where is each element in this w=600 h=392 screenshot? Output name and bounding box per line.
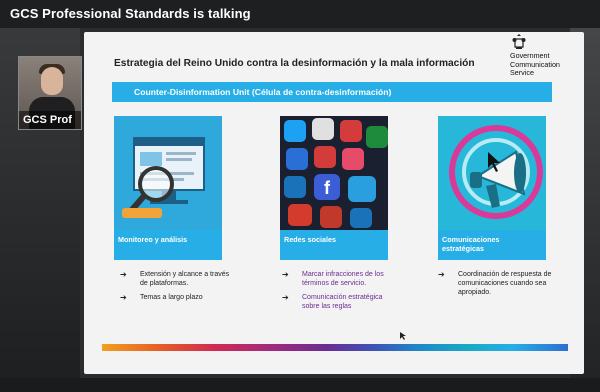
social-media-apps-icon: f bbox=[280, 116, 388, 230]
list-item: ➔ Temas a largo plazo bbox=[118, 293, 238, 302]
royal-crest-icon bbox=[512, 34, 526, 49]
bullet-text: Temas a largo plazo bbox=[140, 294, 203, 301]
card-caption: Redes sociales bbox=[280, 230, 388, 260]
background-bottom bbox=[0, 378, 600, 392]
bullet-list-strategic-communications: ➔ Coordinación de respuesta de comunicaci… bbox=[436, 270, 554, 302]
list-item: ➔ Comunicación estratégica sobre las regl… bbox=[280, 293, 388, 311]
organisation-name: Government Communication Service bbox=[510, 51, 570, 78]
bullet-list-monitoring: ➔ Extensión y alcance a través de platafo… bbox=[118, 270, 238, 307]
list-item: ➔ Marcar infracciones de los términos de … bbox=[280, 270, 388, 288]
speaker-banner: GCS Professional Standards is talking bbox=[10, 6, 251, 21]
card-social-media: f Redes sociales bbox=[280, 116, 388, 260]
organisation-name-line: Service bbox=[510, 68, 534, 77]
participant-face bbox=[41, 67, 63, 95]
monitoring-magnifier-icon bbox=[114, 116, 222, 230]
top-bar: GCS Professional Standards is talking bbox=[0, 0, 600, 28]
participant-name: GCS Prof bbox=[19, 111, 81, 129]
bullet-list-social-media: ➔ Marcar infracciones de los términos de … bbox=[280, 270, 388, 316]
card-caption: Monitoreo y análisis bbox=[114, 230, 222, 260]
bullet-text: Coordinación de respuesta de comunicacio… bbox=[458, 271, 552, 296]
slide-title: Estrategia del Reino Unido contra la des… bbox=[114, 58, 475, 69]
bullet-text: Marcar infracciones de los términos de s… bbox=[302, 271, 384, 287]
card-caption: Comunicaciones estratégicas bbox=[438, 230, 546, 260]
svg-text:f: f bbox=[324, 178, 331, 198]
bullet-text: Extensión y alcance a través de platafor… bbox=[140, 271, 230, 287]
unit-banner: Counter-Disinformation Unit (Célula de c… bbox=[112, 82, 552, 102]
arrow-icon: ➔ bbox=[282, 270, 289, 279]
megaphone-icon bbox=[438, 116, 546, 230]
arrow-icon: ➔ bbox=[438, 270, 445, 279]
rainbow-footer-bar bbox=[102, 344, 568, 351]
bullet-text: Comunicación estratégica sobre las regla… bbox=[302, 294, 383, 310]
arrow-icon: ➔ bbox=[282, 293, 289, 302]
card-monitoring: Monitoreo y análisis bbox=[114, 116, 222, 260]
mouse-pointer-icon bbox=[400, 332, 406, 340]
list-item: ➔ Extensión y alcance a través de platafo… bbox=[118, 270, 238, 288]
arrow-icon: ➔ bbox=[120, 270, 127, 279]
arrow-icon: ➔ bbox=[120, 293, 127, 302]
participant-video-tile[interactable]: GCS Prof bbox=[18, 56, 82, 130]
list-item: ➔ Coordinación de respuesta de comunicaci… bbox=[436, 270, 554, 297]
shared-slide: Estrategia del Reino Unido contra la des… bbox=[84, 32, 584, 374]
card-strategic-communications: Comunicaciones estratégicas bbox=[438, 116, 546, 260]
